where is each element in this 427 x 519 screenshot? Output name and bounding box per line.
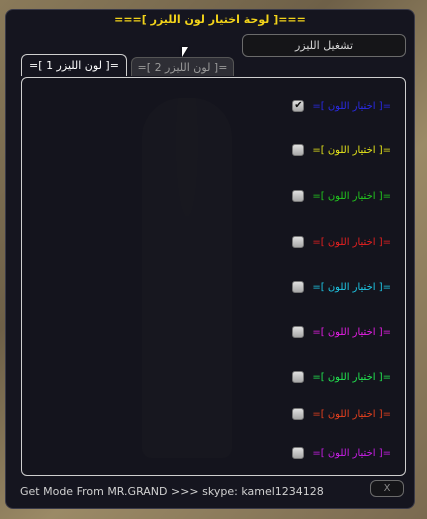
- color-option-row[interactable]: =[ اختيار اللون ]=: [292, 188, 391, 204]
- color-option-row[interactable]: =[ اختيار اللون ]=: [292, 142, 391, 158]
- color-option-label: =[ اختيار اللون ]=: [312, 236, 391, 248]
- color-option-label: =[ اختيار اللون ]=: [312, 144, 391, 156]
- window-title: ===[ لوحة اختيار لون الليزر ]===: [114, 13, 306, 26]
- color-option-checkbox[interactable]: [292, 190, 305, 202]
- color-option-row[interactable]: =[ اختيار اللون ]=: [292, 445, 391, 461]
- color-option-checkbox[interactable]: [292, 447, 305, 459]
- background-silhouette: [142, 98, 232, 458]
- color-option-row[interactable]: =[ اختيار اللون ]= ✔: [292, 98, 391, 114]
- toggle-laser-button[interactable]: تشغيل الليزر: [242, 34, 406, 57]
- color-option-label: =[ اختيار اللون ]=: [312, 408, 391, 420]
- color-option-row[interactable]: =[ اختيار اللون ]=: [292, 369, 391, 385]
- color-option-row[interactable]: =[ اختيار اللون ]=: [292, 324, 391, 340]
- color-options-panel: =[ اختيار اللون ]= ✔ =[ اختيار اللون ]= =[ …: [21, 77, 406, 476]
- color-option-label: =[ اختيار اللون ]=: [312, 190, 391, 202]
- color-option-row[interactable]: =[ اختيار اللون ]=: [292, 234, 391, 250]
- tab-laser-color-2[interactable]: =[ لون الليزر 2 ]=: [131, 57, 234, 76]
- color-option-label: =[ اختيار اللون ]=: [312, 447, 391, 459]
- laser-color-window: ===[ لوحة اختيار لون الليزر ]=== تشغيل ا…: [5, 9, 415, 509]
- color-option-row[interactable]: =[ اختيار اللون ]=: [292, 406, 391, 422]
- color-option-row[interactable]: =[ اختيار اللون ]=: [292, 279, 391, 295]
- color-option-checkbox[interactable]: [292, 408, 305, 420]
- color-option-label: =[ اختيار اللون ]=: [312, 371, 391, 383]
- credit-text: Get Mode From MR.GRAND >>> skype: kamel1…: [20, 485, 324, 498]
- color-option-checkbox[interactable]: [292, 281, 305, 293]
- checkmark-icon: ✔: [294, 100, 303, 111]
- color-option-checkbox[interactable]: ✔: [292, 100, 305, 112]
- color-option-checkbox[interactable]: [292, 236, 305, 248]
- tab-laser-color-1[interactable]: =[ لون الليزر 1 ]=: [21, 54, 127, 76]
- color-option-label: =[ اختيار اللون ]=: [312, 326, 391, 338]
- color-option-checkbox[interactable]: [292, 326, 305, 338]
- color-option-label: =[ اختيار اللون ]=: [312, 281, 391, 293]
- color-option-checkbox[interactable]: [292, 144, 305, 156]
- color-option-checkbox[interactable]: [292, 371, 305, 383]
- close-button[interactable]: X: [370, 480, 404, 497]
- color-option-label: =[ اختيار اللون ]=: [312, 100, 391, 112]
- mouse-cursor-icon: [182, 47, 188, 57]
